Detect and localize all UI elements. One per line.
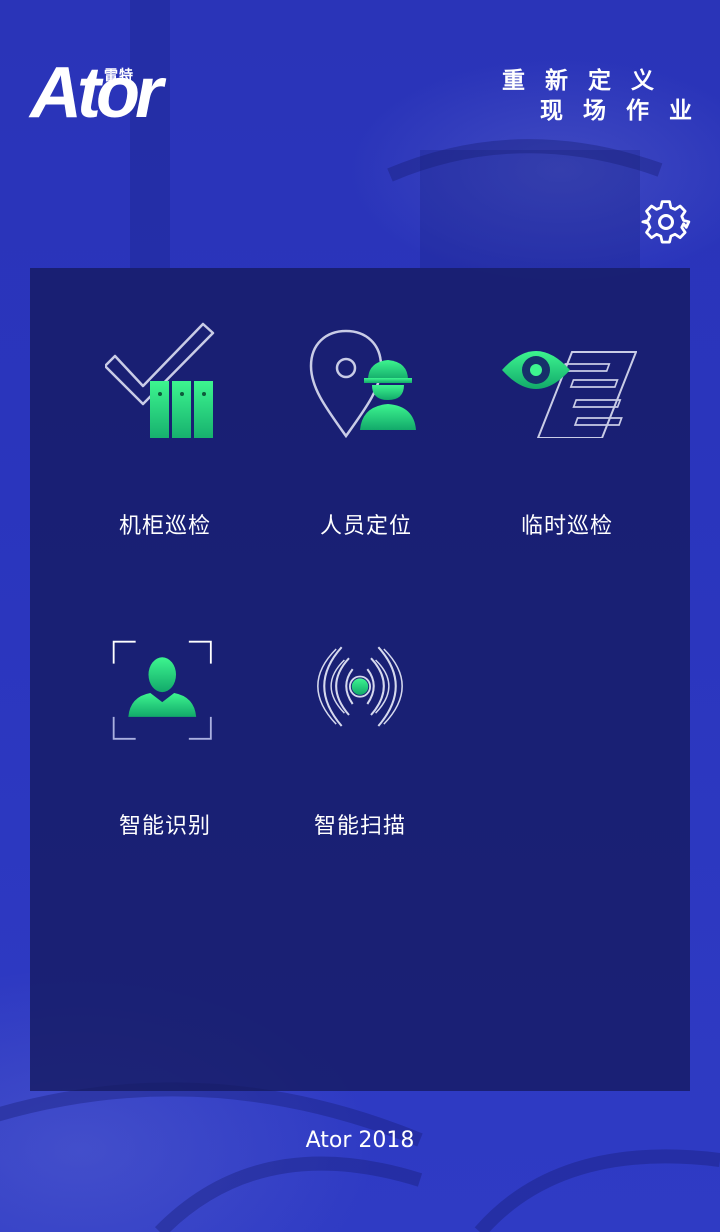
menu-item-label: 智能识别 <box>118 814 211 839</box>
slogan: 重新定义 现场作业 <box>502 66 692 126</box>
menu-item-label: 临时巡检 <box>520 514 613 539</box>
menu-item-label: 智能扫描 <box>313 814 406 839</box>
footer-copyright: Ator 2018 <box>305 1128 415 1153</box>
eye-checklist-icon <box>502 351 637 438</box>
face-scan-icon <box>112 640 212 740</box>
menu-item-personnel-location[interactable]: 人员定位 <box>266 318 466 578</box>
logo-wordmark: Ator <box>30 53 163 133</box>
gear-icon <box>641 200 691 244</box>
person-location-icon <box>309 329 416 438</box>
slogan-line-1: 重新定义 <box>502 68 674 94</box>
menu-item-smart-recognition[interactable]: 智能识别 <box>65 638 265 898</box>
menu-item-label: 机柜巡检 <box>118 514 211 539</box>
menu-item-smart-scan[interactable]: 智能扫描 <box>260 638 460 898</box>
menu-item-temporary-inspection[interactable]: 临时巡检 <box>467 318 667 578</box>
slogan-line-2: 现场作业 <box>540 98 712 124</box>
menu-item-cabinet-inspection[interactable]: 机柜巡检 <box>65 318 265 578</box>
signal-scan-icon <box>317 646 403 727</box>
logo-chinese-name: 雷特 <box>104 68 134 84</box>
menu-panel: 机柜巡检 人员定位 临时巡检 智能识别 智能扫描 <box>30 268 690 1091</box>
settings-button[interactable] <box>641 197 691 247</box>
menu-item-label: 人员定位 <box>319 514 412 539</box>
logo: Ator 雷特 <box>30 55 180 135</box>
cabinet-check-icon <box>105 322 215 438</box>
